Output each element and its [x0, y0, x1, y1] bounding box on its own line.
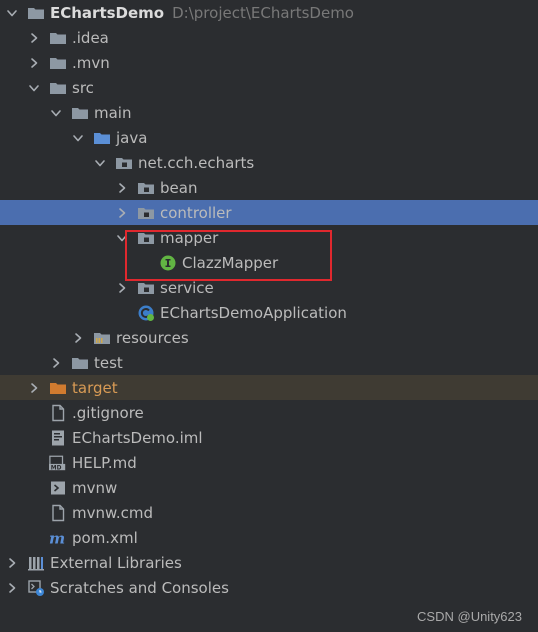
folder-icon: [71, 104, 89, 122]
tree-node-java[interactable]: java: [0, 125, 538, 150]
package-icon: [137, 179, 155, 197]
source-folder-icon: [93, 129, 111, 147]
tree-node-label: mapper: [160, 228, 219, 247]
chevron-right-icon[interactable]: [5, 556, 19, 570]
tree-node-label: mvnw.cmd: [72, 503, 154, 522]
resources-folder-icon: [93, 329, 111, 347]
package-icon: [137, 279, 155, 297]
folder-icon: [49, 54, 67, 72]
iml-file-icon: [49, 429, 67, 447]
tree-node-gitignore[interactable]: .gitignore: [0, 400, 538, 425]
tree-node-mvnw[interactable]: mvnw: [0, 475, 538, 500]
tree-node-label: resources: [116, 328, 189, 347]
tree-node-main[interactable]: main: [0, 100, 538, 125]
chevron-right-icon[interactable]: [49, 356, 63, 370]
tree-node-label: EChartsDemo.iml: [72, 428, 203, 447]
tree-node-label: .idea: [72, 28, 109, 47]
tree-node-controller[interactable]: controller: [0, 200, 538, 225]
folder-icon: [49, 79, 67, 97]
tree-node-label: EChartsDemoApplication: [160, 303, 347, 322]
tree-node-label: net.cch.echarts: [138, 153, 255, 172]
folder-icon: [49, 29, 67, 47]
scratches-icon: [27, 579, 45, 597]
svg-text:MD: MD: [51, 465, 62, 471]
tree-node-label: External Libraries: [50, 553, 182, 572]
tree-node-label: src: [72, 78, 94, 97]
maven-icon: m: [49, 529, 67, 547]
chevron-right-icon[interactable]: [5, 581, 19, 595]
folder-icon: [71, 354, 89, 372]
package-icon: [137, 229, 155, 247]
chevron-right-icon[interactable]: [27, 31, 41, 45]
project-path: D:\project\EChartsDemo: [172, 3, 354, 22]
tree-node-mvnw-cmd[interactable]: mvnw.cmd: [0, 500, 538, 525]
tree-node-label: java: [116, 128, 148, 147]
excluded-folder-icon: [49, 379, 67, 397]
chevron-down-icon[interactable]: [71, 131, 85, 145]
terminal-file-icon: [49, 479, 67, 497]
tree-node-label: main: [94, 103, 132, 122]
tree-node-scratches-and-consoles[interactable]: Scratches and Consoles: [0, 575, 538, 600]
tree-node-label: pom.xml: [72, 528, 138, 547]
chevron-right-icon[interactable]: [71, 331, 85, 345]
spring-class-icon: [137, 304, 155, 322]
tree-node-bean[interactable]: bean: [0, 175, 538, 200]
svg-text:m: m: [49, 529, 65, 547]
chevron-right-icon[interactable]: [27, 381, 41, 395]
watermark: CSDN @Unity623: [417, 609, 522, 624]
interface-icon: [159, 254, 177, 272]
chevron-down-icon[interactable]: [5, 6, 19, 20]
folder-icon: [27, 4, 45, 22]
tree-node-test[interactable]: test: [0, 350, 538, 375]
tree-node-label: .gitignore: [72, 403, 144, 422]
libraries-icon: [27, 554, 45, 572]
chevron-right-icon[interactable]: [115, 181, 129, 195]
file-icon: [49, 504, 67, 522]
tree-node-label: mvnw: [72, 478, 118, 497]
tree-node-label: EChartsDemo: [50, 3, 165, 22]
tree-node-label: test: [94, 353, 123, 372]
tree-node-pom-xml[interactable]: m pom.xml: [0, 525, 538, 550]
chevron-down-icon[interactable]: [93, 156, 107, 170]
chevron-right-icon[interactable]: [27, 56, 41, 70]
tree-node-label: bean: [160, 178, 198, 197]
tree-node-clazzmapper[interactable]: ClazzMapper: [0, 250, 538, 275]
tree-node-target[interactable]: target: [0, 375, 538, 400]
chevron-down-icon[interactable]: [115, 231, 129, 245]
tree-node-label: Scratches and Consoles: [50, 578, 229, 597]
tree-node-label: target: [72, 378, 118, 397]
tree-node-mapper[interactable]: mapper: [0, 225, 538, 250]
chevron-down-icon[interactable]: [27, 81, 41, 95]
package-icon: [137, 204, 155, 222]
tree-node-resources[interactable]: resources: [0, 325, 538, 350]
tree-node-label: HELP.md: [72, 453, 137, 472]
tree-node-external-libraries[interactable]: External Libraries: [0, 550, 538, 575]
tree-node-label: service: [160, 278, 214, 297]
tree-node-label: ClazzMapper: [182, 253, 279, 272]
tree-node-net-cch-echarts[interactable]: net.cch.echarts: [0, 150, 538, 175]
file-icon: [49, 404, 67, 422]
tree-node-echartsdemoapplication[interactable]: EChartsDemoApplication: [0, 300, 538, 325]
tree-node-mvn[interactable]: .mvn: [0, 50, 538, 75]
tree-node-label: controller: [160, 203, 232, 222]
package-icon: [115, 154, 133, 172]
tree-node-echartsdemo[interactable]: EChartsDemo D:\project\EChartsDemo: [0, 0, 538, 25]
tree-node-idea[interactable]: .idea: [0, 25, 538, 50]
markdown-file-icon: MD: [49, 454, 67, 472]
tree-node-help-md[interactable]: MD HELP.md: [0, 450, 538, 475]
chevron-down-icon[interactable]: [49, 106, 63, 120]
tree-node-src[interactable]: src: [0, 75, 538, 100]
tree-node-label: .mvn: [72, 53, 110, 72]
chevron-right-icon[interactable]: [115, 206, 129, 220]
tree-node-service[interactable]: service: [0, 275, 538, 300]
tree-node-echartsdemo-iml[interactable]: EChartsDemo.iml: [0, 425, 538, 450]
chevron-right-icon[interactable]: [115, 281, 129, 295]
